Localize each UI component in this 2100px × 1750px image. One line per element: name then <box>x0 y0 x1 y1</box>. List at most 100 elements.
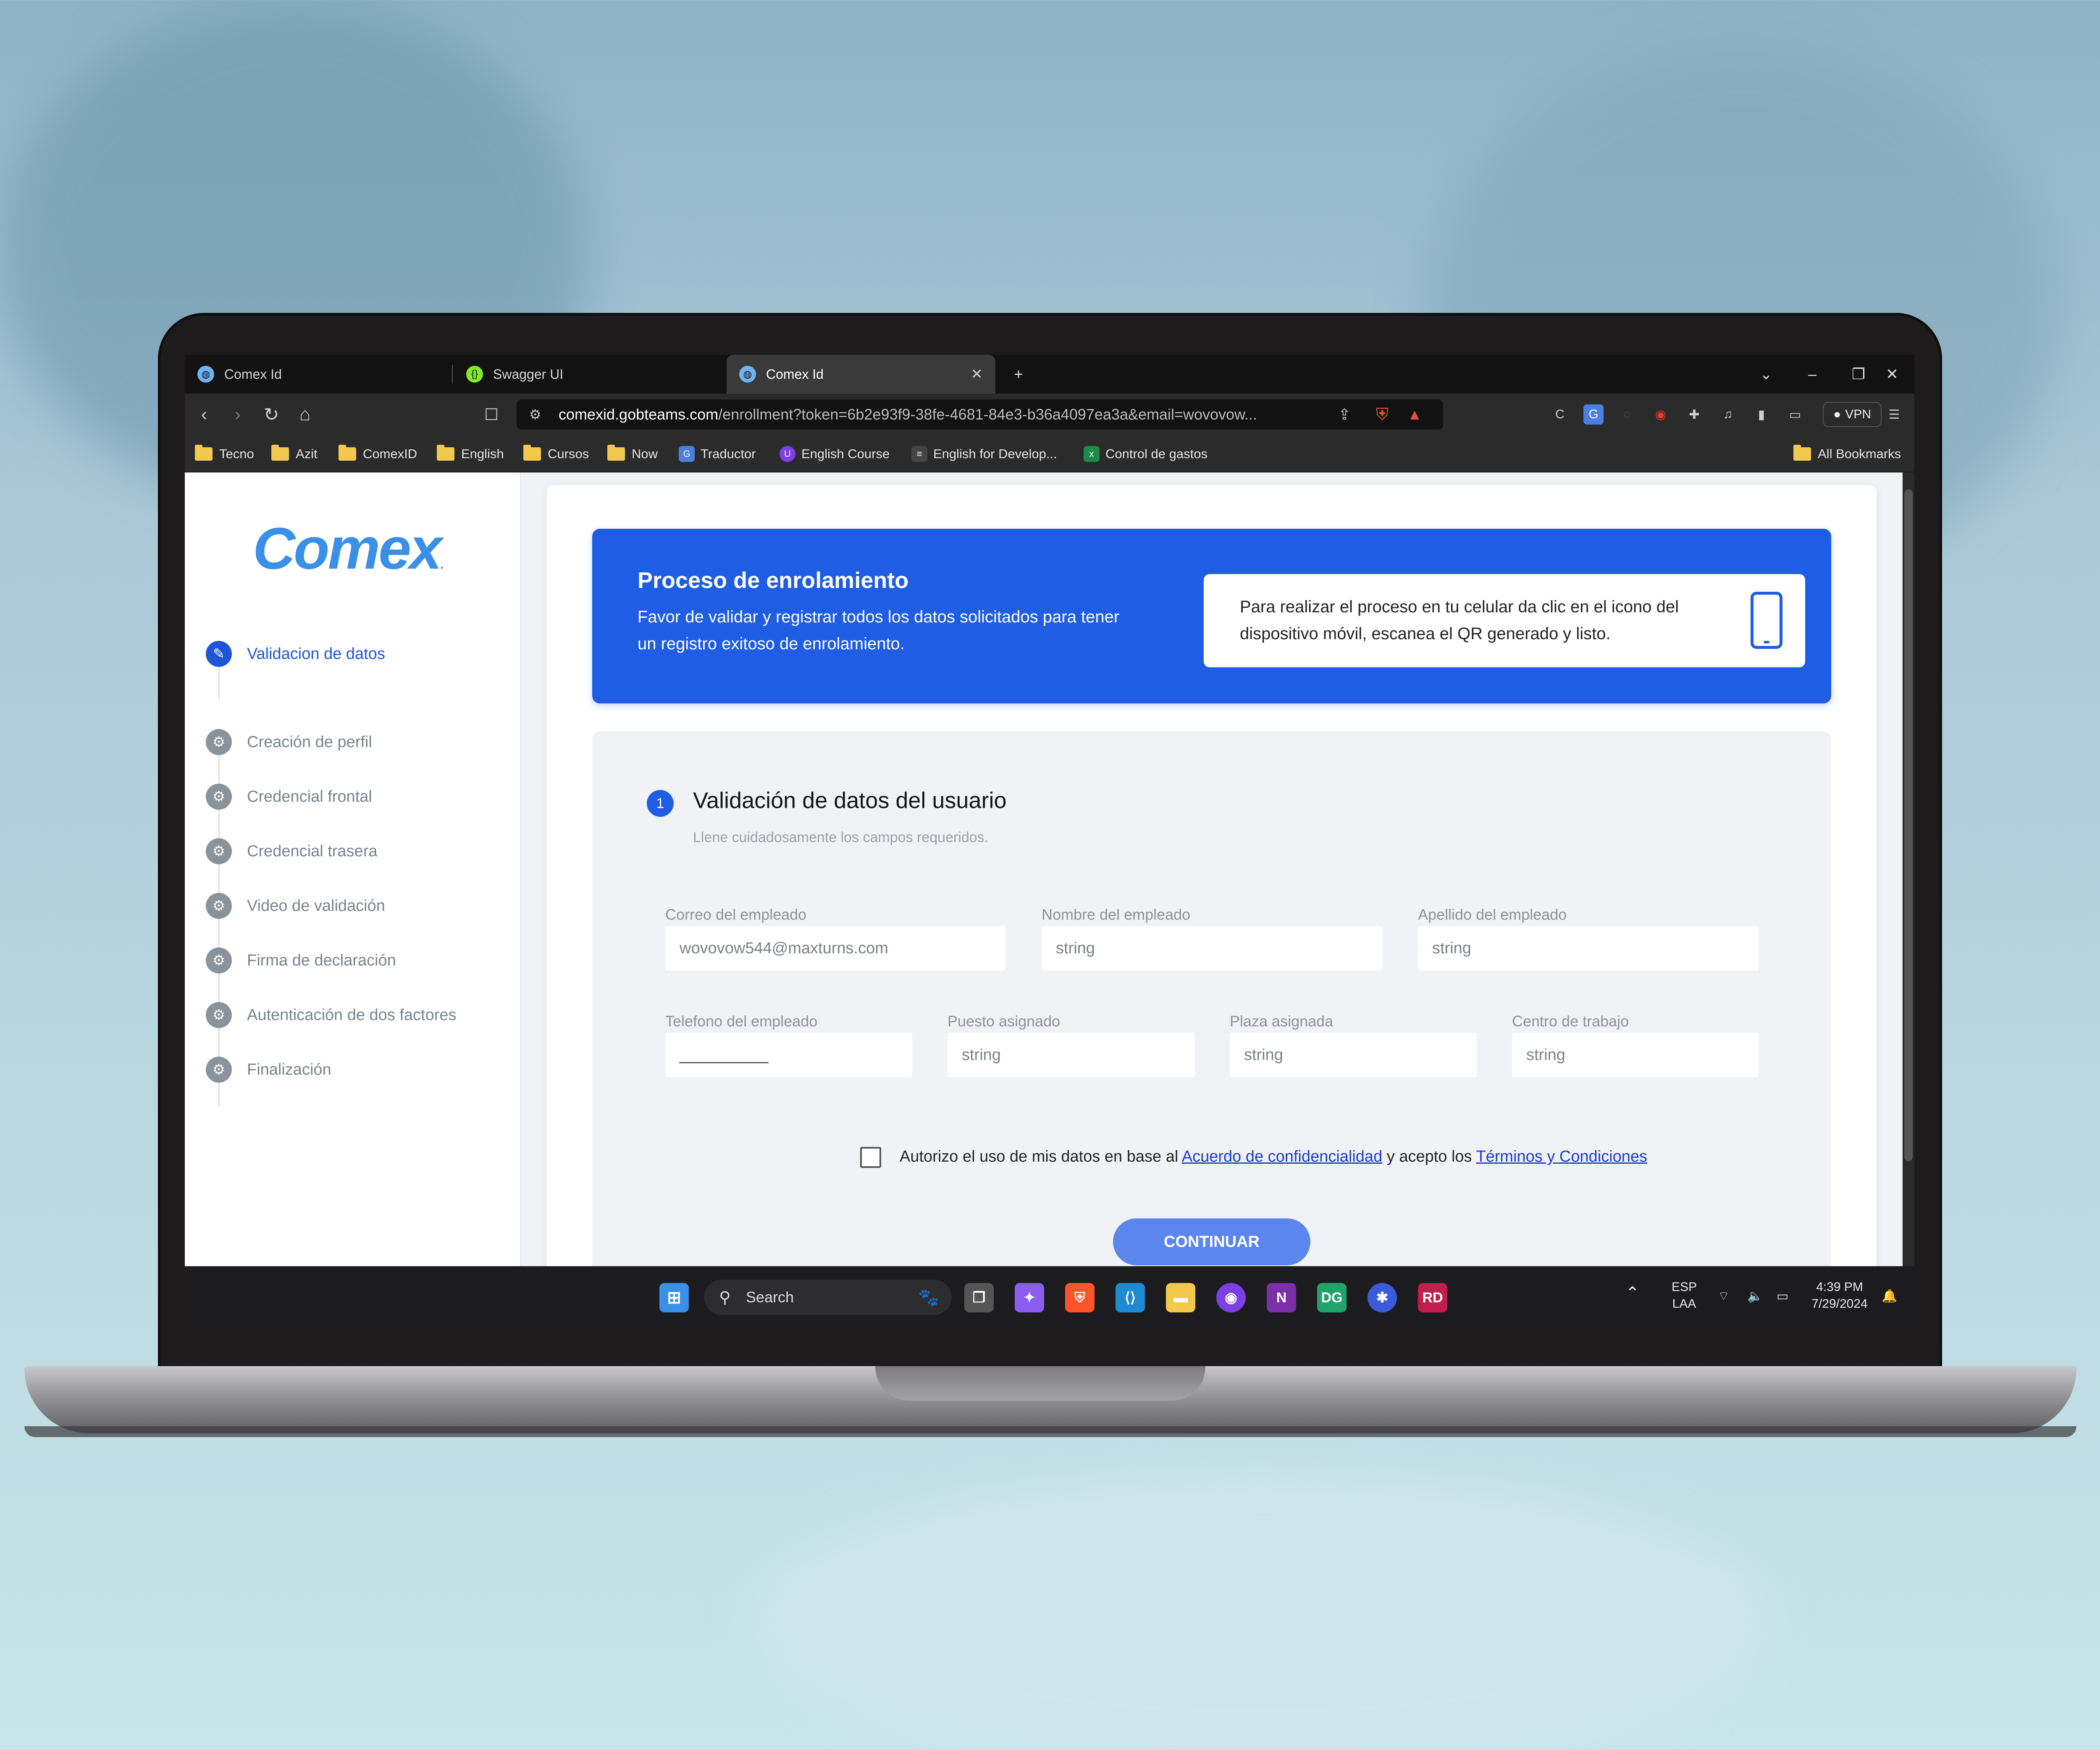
extension-icon[interactable]: ◉ <box>1651 404 1671 425</box>
site-settings-icon[interactable]: ⚙ <box>529 407 541 422</box>
confidentiality-link[interactable]: Acuerdo de confidencialidad <box>1182 1148 1382 1165</box>
clock-time: 4:39 PM <box>1816 1280 1863 1294</box>
taskbar-search[interactable]: ⚲ Search 🐾 <box>704 1280 952 1315</box>
address-bar[interactable]: ⚙ comexid.gobteams.com/enrollment?token=… <box>517 399 1443 430</box>
puzzle-icon[interactable]: ✚ <box>1684 404 1704 425</box>
mobile-info-text: Para realizar el proceso en tu celular d… <box>1240 598 1679 643</box>
bookmark-now[interactable]: Now <box>607 445 658 463</box>
music-icon[interactable]: ♫ <box>1718 404 1738 425</box>
brave-browser-icon[interactable]: ⛨ <box>1065 1283 1095 1312</box>
wifi-icon[interactable]: ⌔ <box>1718 1288 1730 1305</box>
correo-input[interactable]: wovovow544@maxturns.com <box>665 926 1005 971</box>
bookmark-english-for-developers[interactable]: ≡ English for Develop... <box>911 445 1057 463</box>
apellido-input[interactable]: string <box>1418 926 1759 971</box>
bookmark-azit[interactable]: Azit <box>271 445 318 463</box>
banner-text: Favor de validar y registrar todos los d… <box>638 608 1120 653</box>
step-finalizacion[interactable]: ⚙ Finalización <box>206 1056 331 1083</box>
nombre-input[interactable]: string <box>1042 926 1383 971</box>
github-desktop-icon[interactable]: ◉ <box>1216 1283 1246 1312</box>
datagrip-icon[interactable]: DG <box>1317 1283 1347 1312</box>
bookmarks-bar: Tecno Azit ComexID English Cursos Now GT… <box>185 436 1914 472</box>
translate-icon: G <box>679 446 695 462</box>
windows-start-icon[interactable]: ⊞ <box>659 1283 689 1312</box>
wallet-icon[interactable]: ▭ <box>1785 404 1805 425</box>
volume-icon[interactable]: 🔈 <box>1747 1288 1763 1305</box>
tab-comex-id-active[interactable]: ◍ Comex Id ✕ <box>727 355 995 394</box>
bookmark-english-course[interactable]: U English Course <box>780 445 890 463</box>
bookmark-comexid[interactable]: ComexID <box>339 445 417 463</box>
bookmark-tecno[interactable]: Tecno <box>195 445 254 463</box>
clock[interactable]: 4:39 PM 7/29/2024 <box>1806 1279 1873 1312</box>
copilot-icon[interactable]: ✦ <box>1015 1283 1044 1312</box>
puesto-input[interactable]: string <box>948 1033 1194 1077</box>
step-credencial-frontal[interactable]: ⚙ Credencial frontal <box>206 783 372 810</box>
step-label: Finalización <box>247 1060 331 1078</box>
close-tab-icon[interactable]: ✕ <box>971 366 983 383</box>
brave-rewards-icon[interactable]: ▲ <box>1407 406 1422 423</box>
forward-icon[interactable]: › <box>225 403 250 426</box>
step-credencial-trasera[interactable]: ⚙ Credencial trasera <box>206 838 377 865</box>
bookmark-all-bookmarks[interactable]: All Bookmarks <box>1793 445 1901 463</box>
bookmark-icon[interactable]: ☐ <box>479 403 504 426</box>
bookmark-label: Azit <box>296 446 318 461</box>
puesto-label: Puesto asignado <box>948 1013 1060 1030</box>
new-tab-button[interactable]: + <box>995 355 1042 394</box>
share-icon[interactable]: ⇪ <box>1338 406 1351 423</box>
step-video-de-validacion[interactable]: ⚙ Video de validación <box>206 892 385 919</box>
bookmark-control-de-gastos[interactable]: x Control de gastos <box>1084 445 1208 463</box>
reload-icon[interactable]: ↻ <box>259 403 284 426</box>
gear-icon: ⚙ <box>206 1002 232 1028</box>
plaza-input[interactable]: string <box>1230 1033 1477 1077</box>
step-firma-de-declaracion[interactable]: ⚙ Firma de declaración <box>206 947 396 974</box>
step-creacion-de-perfil[interactable]: ⚙ Creación de perfil <box>206 729 372 756</box>
brave-shields-icon[interactable]: ⛨ <box>1376 405 1389 424</box>
step-autenticacion-dos-factores[interactable]: ⚙ Autenticación de dos factores <box>206 1002 457 1028</box>
continuar-button[interactable]: CONTINUAR <box>1113 1218 1310 1265</box>
page-content: Comex. ✎ Validacion de datos ⚙ Creación … <box>185 472 1914 1290</box>
tab-swagger-ui[interactable]: {} Swagger UI <box>454 355 722 394</box>
back-icon[interactable]: ‹ <box>192 403 217 426</box>
menu-icon[interactable]: ☰ <box>1884 404 1904 425</box>
extension-icon[interactable]: C <box>1550 404 1570 425</box>
consent-checkbox[interactable] <box>860 1147 881 1168</box>
rider-icon[interactable]: RD <box>1418 1283 1447 1312</box>
translate-icon[interactable]: G <box>1583 404 1604 425</box>
mobile-device-icon[interactable] <box>1751 592 1782 649</box>
logo-dot: . <box>440 558 444 572</box>
battery-icon[interactable]: ▭ <box>1777 1288 1788 1305</box>
laptop-foot <box>24 1426 2076 1437</box>
bookmark-english[interactable]: English <box>437 445 504 463</box>
windows-taskbar: ⊞ ⚲ Search 🐾 ❐ ✦ ⛨ ⟨⟩ ▬ ◉ N DG ✱ RD ⌃ ES… <box>185 1266 1914 1329</box>
home-icon[interactable]: ⌂ <box>292 403 318 426</box>
vpn-button[interactable]: ● VPN <box>1823 402 1882 427</box>
language-indicator[interactable]: ESP LAA <box>1667 1279 1701 1312</box>
extension-icon[interactable]: ◌ <box>1617 404 1637 425</box>
sidebar-toggle-icon[interactable]: ▮ <box>1751 404 1772 425</box>
close-window-icon[interactable]: ✕ <box>1869 355 1914 394</box>
folder-icon <box>339 445 356 461</box>
show-hidden-icons-chevron-icon[interactable]: ⌃ <box>1625 1285 1640 1301</box>
minimize-icon[interactable]: – <box>1789 355 1835 394</box>
step-validacion-de-datos[interactable]: ✎ Validacion de datos <box>206 640 385 667</box>
app-icon[interactable]: ✱ <box>1368 1283 1397 1312</box>
step-label: Firma de declaración <box>247 951 396 969</box>
bookmark-label: All Bookmarks <box>1818 446 1901 461</box>
tab-comex-id-1[interactable]: ◍ Comex Id <box>185 355 449 394</box>
notification-bell-icon[interactable]: 🔔 <box>1882 1288 1897 1305</box>
file-explorer-icon[interactable]: ▬ <box>1166 1283 1195 1312</box>
bookmark-traductor[interactable]: G Traductor <box>679 445 756 463</box>
scrollbar-thumb[interactable] <box>1904 489 1913 1161</box>
vpn-dot-icon: ● <box>1833 407 1841 421</box>
folder-icon <box>1793 445 1811 461</box>
vscode-icon[interactable]: ⟨⟩ <box>1116 1283 1145 1312</box>
task-view-icon[interactable]: ❐ <box>964 1283 994 1312</box>
centro-label: Centro de trabajo <box>1512 1013 1629 1030</box>
terms-link[interactable]: Términos y Condiciones <box>1476 1148 1647 1165</box>
telefono-input[interactable]: __________ <box>665 1033 912 1077</box>
onenote-icon[interactable]: N <box>1267 1283 1296 1312</box>
step-label: Credencial trasera <box>247 842 378 860</box>
tab-list-chevron-icon[interactable]: ⌄ <box>1743 355 1789 394</box>
centro-input[interactable]: string <box>1512 1033 1759 1077</box>
form-subtitle: Llene cuidadosamente los campos requerid… <box>693 829 989 845</box>
bookmark-cursos[interactable]: Cursos <box>523 445 589 463</box>
